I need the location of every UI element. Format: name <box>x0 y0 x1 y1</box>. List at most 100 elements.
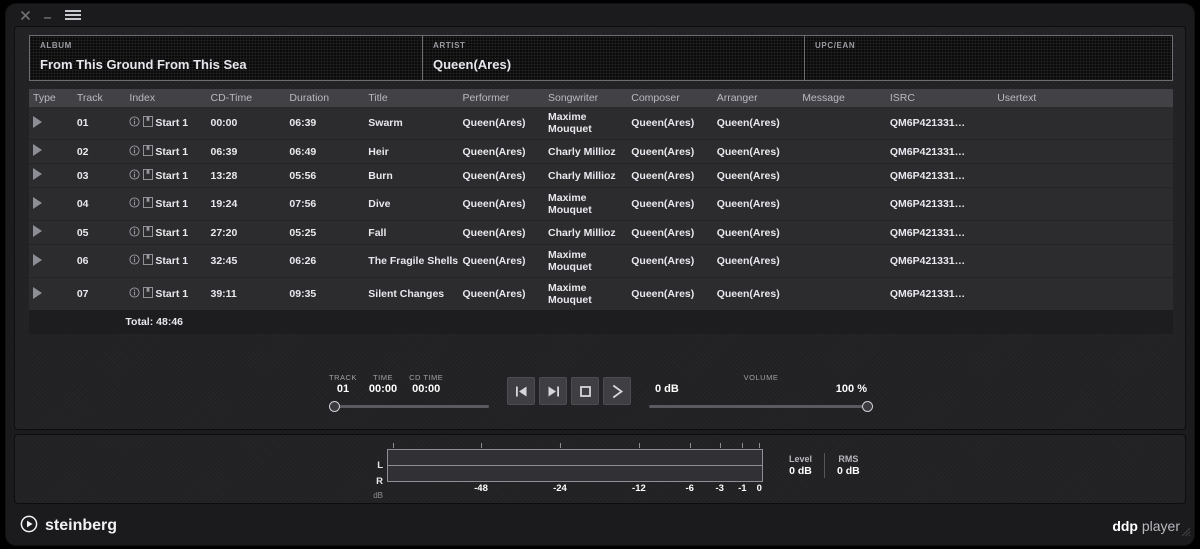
info-icon[interactable] <box>129 168 140 183</box>
play-button[interactable] <box>603 377 631 405</box>
ddp-player-window: ALBUM From This Ground From This Sea ART… <box>6 4 1194 545</box>
row-index-label: Start 1 <box>155 197 189 210</box>
rms-readout: RMS 0 dB <box>824 453 872 478</box>
table-row[interactable]: 02 Start 1 06:39 06:49 Heir Queen(Ares) Charly… <box>29 139 1173 164</box>
row-track-cell: 04 <box>72 187 126 221</box>
resize-grip[interactable] <box>1179 524 1191 542</box>
play-triangle-icon[interactable] <box>33 286 42 299</box>
upc-ean-field[interactable]: UPC/EAN <box>804 36 1172 80</box>
time-readout-label: TIME <box>373 373 393 382</box>
row-usertext-cell <box>993 139 1173 164</box>
column-header-performer[interactable]: Performer <box>458 89 544 107</box>
column-header-track[interactable]: Track <box>72 89 126 107</box>
row-index-cell: Start 1 <box>125 163 207 188</box>
row-songwriter-cell: Maxime Mouquet <box>543 277 628 310</box>
column-header-usertext[interactable]: Usertext <box>993 89 1173 107</box>
table-row[interactable]: 06 Start 1 32:45 06:26 The Fragile Shells Que… <box>29 244 1173 278</box>
column-header-title[interactable]: Title <box>364 89 459 107</box>
artist-value: Queen(Ares) <box>433 57 512 72</box>
play-triangle-icon[interactable] <box>33 196 42 209</box>
level-readout-value: 0 dB <box>789 465 812 477</box>
row-index-cell: Start 1 <box>125 107 207 140</box>
row-cdtime-cell: 13:28 <box>206 163 286 188</box>
info-icon[interactable] <box>129 254 140 268</box>
info-icon[interactable] <box>129 225 140 240</box>
page-bookmark-icon[interactable] <box>143 197 154 211</box>
column-header-arranger[interactable]: Arranger <box>712 89 799 107</box>
row-songwriter-cell: Charly Millioz <box>543 220 628 245</box>
play-triangle-icon[interactable] <box>33 115 42 128</box>
column-header-composer[interactable]: Composer <box>627 89 713 107</box>
album-value: From This Ground From This Sea <box>40 57 247 72</box>
table-row[interactable]: 05 Start 1 27:20 05:25 Fall Queen(Ares) Charly… <box>29 220 1173 245</box>
row-index-cell: Start 1 <box>125 220 207 245</box>
row-title-cell: Heir <box>364 139 459 164</box>
column-header-duration[interactable]: Duration <box>285 89 365 107</box>
row-composer-cell: Queen(Ares) <box>627 244 713 278</box>
upc-ean-label: UPC/EAN <box>815 41 856 50</box>
table-row[interactable]: 01 Start 1 00:00 06:39 Swarm Queen(Ares) Maxim… <box>29 107 1173 140</box>
info-icon[interactable] <box>129 144 140 159</box>
row-isrc-cell: QM6P421331… <box>885 139 994 164</box>
table-row[interactable]: 07 Start 1 39:11 09:35 Silent Changes Queen(A… <box>29 277 1173 310</box>
page-bookmark-icon[interactable] <box>143 287 154 301</box>
row-songwriter-cell: Charly Millioz <box>543 163 628 188</box>
hamburger-menu-icon[interactable] <box>62 6 84 24</box>
column-header-index[interactable]: Index <box>125 89 207 107</box>
volume-percent-value: 100 % <box>835 383 867 395</box>
meter-tick <box>742 443 744 448</box>
info-icon[interactable] <box>129 287 140 301</box>
minimize-icon[interactable] <box>36 6 58 24</box>
row-index-label: Start 1 <box>155 287 189 300</box>
row-index-label: Start 1 <box>155 145 189 158</box>
meter-tick <box>689 443 691 448</box>
transport-readouts: TRACK 01 TIME 00:00 CD TIME 00:00 <box>329 365 489 412</box>
column-header-songwriter[interactable]: Songwriter <box>543 89 628 107</box>
play-triangle-icon[interactable] <box>33 144 42 156</box>
row-title-cell: The Fragile Shells <box>364 244 459 278</box>
play-triangle-icon[interactable] <box>33 225 42 237</box>
row-isrc-cell: QM6P421331… <box>885 187 994 221</box>
row-songwriter-cell: Maxime Mouquet <box>543 187 628 221</box>
page-bookmark-icon[interactable] <box>143 144 154 159</box>
column-header-cd-time[interactable]: CD-Time <box>206 89 286 107</box>
previous-track-button[interactable] <box>507 377 535 405</box>
column-header-message[interactable]: Message <box>798 89 886 107</box>
next-track-button[interactable] <box>539 377 567 405</box>
steinberg-brand: steinberg <box>20 515 117 538</box>
table-row[interactable]: 03 Start 1 13:28 05:56 Burn Queen(Ares) Charly… <box>29 163 1173 188</box>
album-field[interactable]: ALBUM From This Ground From This Sea <box>30 36 422 80</box>
total-duration-label: Total: 48:46 <box>125 310 1173 334</box>
position-slider[interactable] <box>329 401 489 412</box>
column-header-isrc[interactable]: ISRC <box>885 89 994 107</box>
main-panel: ALBUM From This Ground From This Sea ART… <box>14 26 1186 430</box>
artist-field[interactable]: ARTIST Queen(Ares) <box>422 36 804 80</box>
play-triangle-icon[interactable] <box>33 168 42 180</box>
row-index-label: Start 1 <box>155 169 189 182</box>
volume-slider-knob[interactable] <box>862 401 873 412</box>
page-bookmark-icon[interactable] <box>143 225 154 240</box>
page-bookmark-icon[interactable] <box>143 116 154 130</box>
steinberg-logo-icon <box>20 515 38 538</box>
page-bookmark-icon[interactable] <box>143 168 154 183</box>
row-usertext-cell <box>993 187 1173 221</box>
info-icon[interactable] <box>129 197 140 211</box>
table-row[interactable]: 04 Start 1 19:24 07:56 Dive Queen(Ares) Maxime… <box>29 187 1173 221</box>
row-play-type-icon <box>29 277 73 310</box>
row-index-cell: Start 1 <box>125 244 207 278</box>
page-bookmark-icon[interactable] <box>143 254 154 268</box>
meter-tick <box>759 443 761 448</box>
row-message-cell <box>798 163 886 188</box>
column-header-type[interactable]: Type <box>29 89 73 107</box>
volume-slider[interactable] <box>649 401 873 412</box>
info-icon[interactable] <box>129 116 140 130</box>
play-triangle-icon[interactable] <box>33 253 42 266</box>
position-slider-knob[interactable] <box>329 401 340 412</box>
stop-button[interactable] <box>571 377 599 405</box>
row-title-cell: Swarm <box>364 107 459 140</box>
close-icon[interactable] <box>14 6 36 24</box>
meter-scale: -48 -24 -12 -6 -3 -1 0 <box>387 482 763 495</box>
level-readout-label: Level <box>789 454 813 464</box>
row-performer-cell: Queen(Ares) <box>458 187 544 221</box>
row-track-cell: 01 <box>72 107 126 140</box>
